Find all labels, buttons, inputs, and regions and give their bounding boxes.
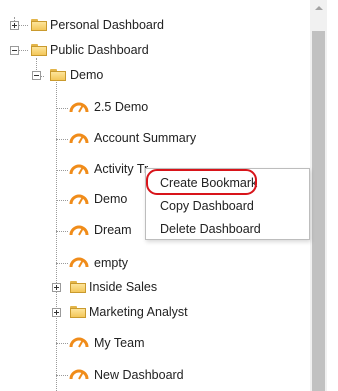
tree-item-personal-dashboard[interactable]: Personal Dashboard <box>50 17 164 33</box>
dashboard-gauge-icon <box>69 369 89 380</box>
tree-line-h <box>19 25 28 26</box>
folder-icon <box>70 281 86 293</box>
folder-icon <box>31 44 47 56</box>
tree-item-demo-folder[interactable]: Demo <box>70 67 103 83</box>
dashboard-gauge-icon <box>69 194 89 205</box>
expand-marketing-analyst-icon[interactable] <box>52 308 61 317</box>
tree-line-h <box>56 343 68 344</box>
expand-personal-dashboard-icon[interactable] <box>10 21 19 30</box>
dashboard-gauge-icon <box>69 225 89 236</box>
tree-line-h <box>56 170 68 171</box>
tree-item-public-dashboard[interactable]: Public Dashboard <box>50 42 149 58</box>
folder-icon <box>70 306 86 318</box>
collapse-demo-icon[interactable] <box>32 71 41 80</box>
tree-item-dream[interactable]: Dream <box>94 222 132 238</box>
tree-item-new-dashboard[interactable]: New Dashboard <box>94 367 184 383</box>
menu-item-delete-dashboard[interactable]: Delete Dashboard <box>160 221 261 237</box>
vertical-scrollbar[interactable] <box>310 0 327 391</box>
dashboard-gauge-icon <box>69 257 89 268</box>
tree-item-my-team[interactable]: My Team <box>94 335 144 351</box>
tree-item-2-5-demo[interactable]: 2.5 Demo <box>94 99 148 115</box>
dashboard-gauge-icon <box>69 133 89 144</box>
tree-line-h <box>56 231 68 232</box>
tree-item-demo[interactable]: Demo <box>94 191 127 207</box>
dashboard-gauge-icon <box>69 164 89 175</box>
tree-item-marketing-analyst[interactable]: Marketing Analyst <box>89 304 188 320</box>
tree-line-h <box>56 200 68 201</box>
scroll-up-arrow-icon[interactable] <box>310 0 327 17</box>
tree-line-h <box>56 108 68 109</box>
tree-line-h <box>56 139 68 140</box>
tree-item-account-summary[interactable]: Account Summary <box>94 130 196 146</box>
scroll-thumb[interactable] <box>312 31 325 391</box>
dashboard-gauge-icon <box>69 337 89 348</box>
tree-item-empty[interactable]: empty <box>94 255 128 271</box>
tree-line-h <box>56 375 68 376</box>
folder-icon <box>50 69 66 81</box>
expand-inside-sales-icon[interactable] <box>52 283 61 292</box>
tree-item-inside-sales[interactable]: Inside Sales <box>89 279 157 295</box>
tree-line-demo <box>56 80 57 391</box>
tree-line-h <box>56 263 68 264</box>
tree-line-h <box>19 50 28 51</box>
collapse-public-dashboard-icon[interactable] <box>10 46 19 55</box>
folder-icon <box>31 19 47 31</box>
menu-item-copy-dashboard[interactable]: Copy Dashboard <box>160 198 254 214</box>
tree-item-activity-tracker[interactable]: Activity Tr <box>94 161 148 177</box>
dashboard-gauge-icon <box>69 102 89 113</box>
context-menu: Create Bookmark Copy Dashboard Delete Da… <box>145 168 310 240</box>
menu-item-create-bookmark[interactable]: Create Bookmark <box>160 175 257 191</box>
